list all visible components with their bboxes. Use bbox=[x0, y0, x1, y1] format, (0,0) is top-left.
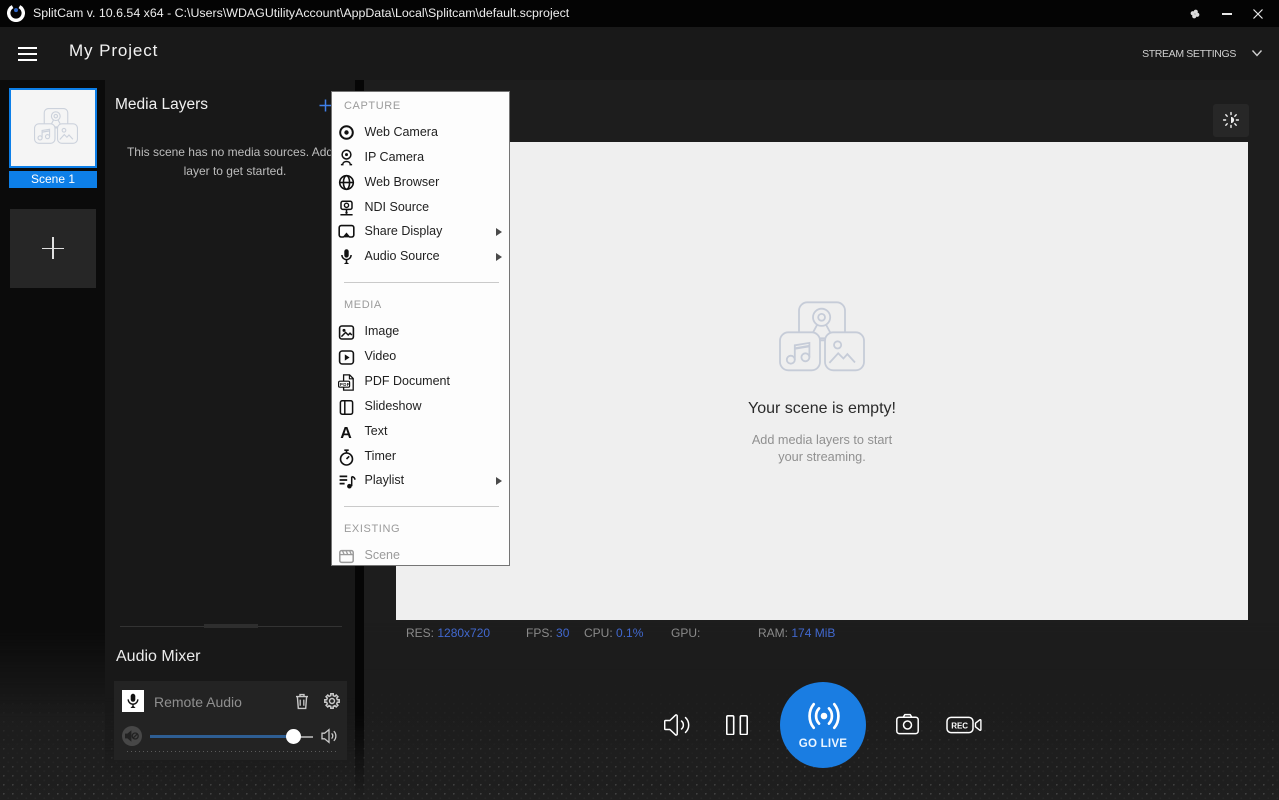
svg-text:A: A bbox=[340, 425, 352, 442]
svg-text:PDF: PDF bbox=[340, 382, 350, 387]
svg-text:REC: REC bbox=[951, 722, 968, 731]
